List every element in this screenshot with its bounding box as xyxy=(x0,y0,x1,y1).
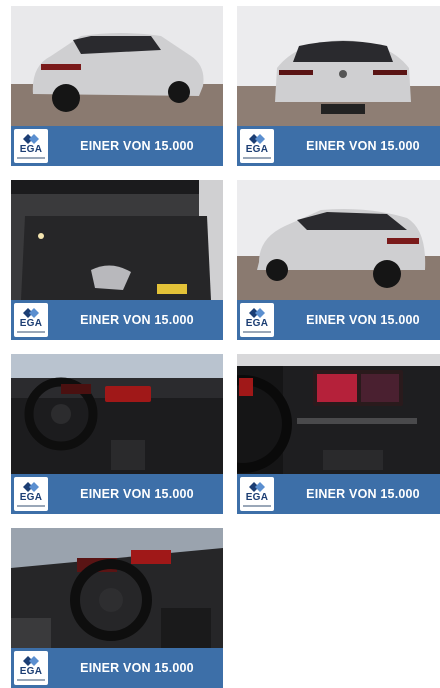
banner-text: EINER VON 15.000 xyxy=(306,139,420,153)
promo-banner: EGA EINER VON 15.000 xyxy=(237,300,440,340)
ega-logo-text: EGA xyxy=(245,492,269,503)
promo-banner: EGA EINER VON 15.000 xyxy=(11,300,223,340)
banner-text: EINER VON 15.000 xyxy=(306,487,420,501)
ega-logo: EGA xyxy=(240,303,274,337)
promo-banner: EGA EINER VON 15.000 xyxy=(11,126,223,166)
banner-text: EINER VON 15.000 xyxy=(80,487,194,501)
banner-text: EINER VON 15.000 xyxy=(80,139,194,153)
banner-text: EINER VON 15.000 xyxy=(306,313,420,327)
gallery-tile-2[interactable]: EGA EINER VON 15.000 xyxy=(237,6,440,166)
banner-text: EINER VON 15.000 xyxy=(80,661,194,675)
ega-logo: EGA xyxy=(240,477,274,511)
car-steering-wheel-photo xyxy=(11,528,223,648)
logo-tagline-line xyxy=(17,679,45,681)
car-dashboard-photo xyxy=(11,354,223,474)
gallery-tile-6[interactable]: EGA EINER VON 15.000 xyxy=(237,354,440,514)
promo-banner: EGA EINER VON 15.000 xyxy=(237,474,440,514)
car-rear-right-photo xyxy=(237,180,440,300)
ega-logo: EGA xyxy=(14,129,48,163)
promo-banner: EGA EINER VON 15.000 xyxy=(11,474,223,514)
promo-banner: EGA EINER VON 15.000 xyxy=(11,648,223,688)
ega-logo: EGA xyxy=(240,129,274,163)
ega-logo: EGA xyxy=(14,477,48,511)
car-infotainment-photo xyxy=(237,354,440,474)
logo-tagline-line xyxy=(17,331,45,333)
promo-banner: EGA EINER VON 15.000 xyxy=(237,126,440,166)
gallery-tile-1[interactable]: EGA EINER VON 15.000 xyxy=(11,6,223,166)
logo-tagline-line xyxy=(243,331,271,333)
photo-gallery: EGA EINER VON 15.000 EGA EINER VON 15.00… xyxy=(0,0,440,688)
gallery-tile-3[interactable]: EGA EINER VON 15.000 xyxy=(11,180,223,340)
ega-logo-text: EGA xyxy=(245,144,269,155)
gallery-tile-5[interactable]: EGA EINER VON 15.000 xyxy=(11,354,223,514)
ega-logo-text: EGA xyxy=(19,492,43,503)
ega-logo-text: EGA xyxy=(19,666,43,677)
gallery-tile-4[interactable]: EGA EINER VON 15.000 xyxy=(237,180,440,340)
car-rear-left-photo xyxy=(11,6,223,126)
logo-tagline-line xyxy=(243,157,271,159)
ega-logo-text: EGA xyxy=(19,144,43,155)
gallery-tile-7[interactable]: EGA EINER VON 15.000 xyxy=(11,528,223,688)
ega-logo-text: EGA xyxy=(245,318,269,329)
ega-logo: EGA xyxy=(14,303,48,337)
banner-text: EINER VON 15.000 xyxy=(80,313,194,327)
logo-tagline-line xyxy=(17,505,45,507)
logo-tagline-line xyxy=(243,505,271,507)
ega-logo-text: EGA xyxy=(19,318,43,329)
car-trunk-photo xyxy=(11,180,223,300)
car-rear-photo xyxy=(237,6,440,126)
logo-tagline-line xyxy=(17,157,45,159)
